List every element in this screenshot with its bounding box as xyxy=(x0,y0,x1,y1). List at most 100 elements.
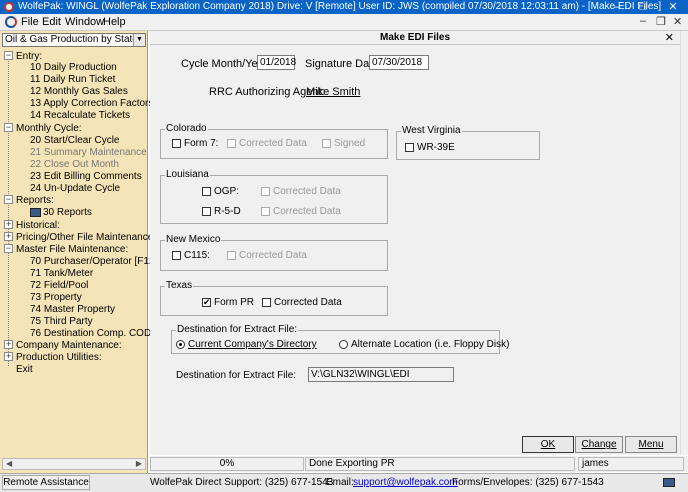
tree-item-14[interactable]: 14 Recalculate Tickets xyxy=(30,110,130,121)
module-select[interactable]: Oil & Gas Production by State ▼ xyxy=(2,33,146,47)
form-pr-checkbox[interactable] xyxy=(202,297,211,308)
alternate-location-label[interactable]: Alternate Location (i.e. Floppy Disk) xyxy=(351,339,509,350)
tree-item-73[interactable]: 73 Property xyxy=(30,292,82,303)
form-close-icon[interactable]: ✕ xyxy=(665,31,674,44)
ok-button[interactable]: OK xyxy=(522,436,574,453)
collapse-icon[interactable]: − xyxy=(4,123,13,132)
collapse-icon[interactable]: − xyxy=(4,195,13,204)
change-button[interactable]: Change xyxy=(575,436,623,453)
expand-icon[interactable]: + xyxy=(4,352,13,361)
form-header: Make EDI Files ✕ xyxy=(150,31,680,45)
sidebar-scrollbar[interactable]: ◀ ▶ xyxy=(2,458,146,470)
module-select-value: Oil & Gas Production by State xyxy=(5,34,138,45)
tree-item-74[interactable]: 74 Master Property xyxy=(30,304,115,315)
destination-title: Destination for Extract File: xyxy=(176,324,299,335)
signature-date-input[interactable]: 07/30/2018 xyxy=(369,55,429,70)
rrc-agent-value[interactable]: Mike Smith xyxy=(306,86,360,98)
dest-path-label: Destination for Extract File: xyxy=(176,370,297,381)
tree-item-76[interactable]: 76 Destination Comp. CODEs xyxy=(30,328,163,339)
footer-bar: Remote Assistance WolfePak Direct Suppor… xyxy=(0,473,688,492)
tx-corrected-label: Corrected Data xyxy=(274,297,342,308)
form7-checkbox[interactable] xyxy=(172,139,181,148)
email-label: Email: xyxy=(326,477,354,488)
progress-indicator: 0% xyxy=(150,457,304,471)
tree-item-11[interactable]: 11 Daily Run Ticket xyxy=(30,74,115,85)
tree-exit[interactable]: Exit xyxy=(16,364,33,375)
tree-item-10[interactable]: 10 Daily Production xyxy=(30,62,117,73)
remote-assistance-button[interactable]: Remote Assistance xyxy=(2,475,90,490)
tree-item-24[interactable]: 24 Un-Update Cycle xyxy=(30,183,120,194)
tree-item-30[interactable]: 30 Reports xyxy=(43,207,92,218)
menu-button[interactable]: Menu xyxy=(625,436,677,453)
tree-item-12[interactable]: 12 Monthly Gas Sales xyxy=(30,86,128,97)
collapse-icon[interactable]: − xyxy=(4,244,13,253)
expand-icon[interactable]: + xyxy=(4,220,13,229)
tree-production-utilities[interactable]: Production Utilities: xyxy=(16,352,102,363)
colorado-signed-checkbox[interactable] xyxy=(322,139,331,148)
form-title: Make EDI Files xyxy=(379,32,451,43)
close-window-button[interactable]: ✕ xyxy=(660,0,686,14)
colorado-corrected-label: Corrected Data xyxy=(239,138,307,149)
app-menu-icon[interactable] xyxy=(5,16,17,28)
tree-reports[interactable]: Reports: xyxy=(16,195,54,206)
r5d-corrected-checkbox[interactable] xyxy=(261,207,270,216)
louisiana-title: Louisiana xyxy=(165,169,210,180)
tree-item-23[interactable]: 23 Edit Billing Comments xyxy=(30,171,142,182)
tree-historical[interactable]: Historical: xyxy=(16,220,60,231)
ogp-checkbox[interactable] xyxy=(202,187,211,196)
texas-title: Texas xyxy=(165,280,194,291)
r5d-label: R-5-D xyxy=(214,206,241,217)
minimize-button[interactable]: – xyxy=(604,0,630,14)
title-bar: WolfePak: WINGL (WolfePak Exploration Co… xyxy=(0,0,688,14)
tree-item-72[interactable]: 72 Field/Pool xyxy=(30,280,88,291)
menu-edit[interactable]: Edit xyxy=(42,16,61,28)
mdi-restore-button[interactable]: ❐ xyxy=(656,15,666,28)
nm-corrected-checkbox[interactable] xyxy=(227,251,236,260)
cycle-month-input[interactable]: 01/2018 xyxy=(257,55,296,70)
tree-pricing[interactable]: Pricing/Other File Maintenance: xyxy=(16,232,156,243)
tree-entry[interactable]: Entry: xyxy=(16,51,42,62)
wr39e-label: WR-39E xyxy=(417,142,455,153)
chevron-down-icon[interactable]: ▼ xyxy=(133,34,145,46)
tree-item-70[interactable]: 70 Purchaser/Operator [F12] xyxy=(30,256,157,267)
expand-icon[interactable]: + xyxy=(4,340,13,349)
c115-checkbox[interactable] xyxy=(172,251,181,260)
r5d-corrected-label: Corrected Data xyxy=(273,206,341,217)
c115-label: C115: xyxy=(184,250,210,261)
collapse-icon[interactable]: − xyxy=(4,51,13,60)
tree-item-20[interactable]: 20 Start/Clear Cycle xyxy=(30,135,119,146)
mdi-minimize-button[interactable]: – xyxy=(640,15,646,27)
menu-help[interactable]: Help xyxy=(103,16,126,28)
menu-file[interactable]: File xyxy=(21,16,39,28)
menu-window[interactable]: Window xyxy=(65,16,104,28)
tree-item-21[interactable]: 21 Summary Maintenance xyxy=(30,147,147,158)
mdi-close-button[interactable]: ✕ xyxy=(673,15,682,28)
scroll-left-icon[interactable]: ◀ xyxy=(6,459,12,469)
wr39e-checkbox[interactable] xyxy=(405,143,414,152)
current-directory-label[interactable]: Current Company's Directory xyxy=(188,339,317,350)
form-pr-label: Form PR xyxy=(214,297,254,308)
tree-item-71[interactable]: 71 Tank/Meter xyxy=(30,268,93,279)
form-scrollbar[interactable] xyxy=(680,31,688,455)
tree-monthly-cycle[interactable]: Monthly Cycle: xyxy=(16,123,82,134)
ogp-corrected-checkbox[interactable] xyxy=(261,187,270,196)
expand-icon[interactable]: + xyxy=(4,232,13,241)
colorado-corrected-checkbox[interactable] xyxy=(227,139,236,148)
support-phone: WolfePak Direct Support: (325) 677-1543 xyxy=(150,477,334,488)
tree-company-maintenance[interactable]: Company Maintenance: xyxy=(16,340,122,351)
form7-label: Form 7: xyxy=(184,138,219,149)
tree-item-75[interactable]: 75 Third Party xyxy=(30,316,93,327)
current-directory-radio[interactable] xyxy=(176,340,185,349)
menu-button-label: Menu xyxy=(638,439,664,450)
maximize-button[interactable]: □ xyxy=(630,0,656,14)
alternate-location-radio[interactable] xyxy=(339,340,348,349)
tree-item-13[interactable]: 13 Apply Correction Factors xyxy=(30,98,153,109)
tree-master-file[interactable]: Master File Maintenance: xyxy=(16,244,128,255)
support-email-link[interactable]: support@wolfepak.com xyxy=(353,477,458,488)
r5d-checkbox[interactable] xyxy=(202,207,211,216)
scroll-right-icon[interactable]: ▶ xyxy=(136,459,142,469)
ogp-corrected-label: Corrected Data xyxy=(273,186,341,197)
ok-button-label: OK xyxy=(540,439,556,450)
tx-corrected-checkbox[interactable] xyxy=(262,298,271,307)
tree-item-22[interactable]: 22 Close Out Month xyxy=(30,159,119,170)
